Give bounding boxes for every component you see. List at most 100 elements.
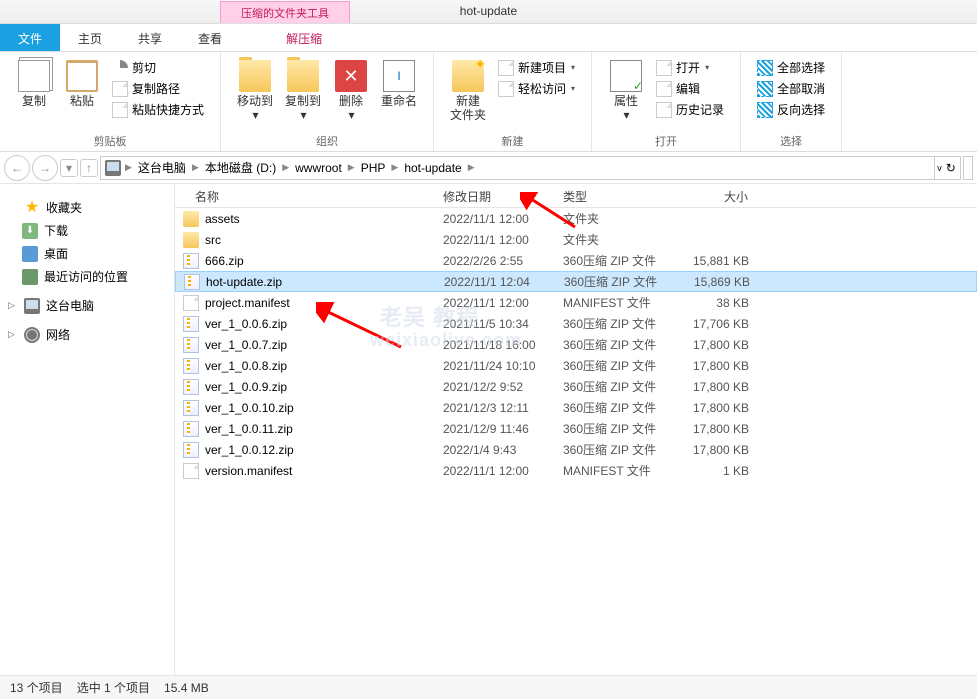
file-row[interactable]: ver_1_0.0.11.zip2021/12/9 11:46360压缩 ZIP… (175, 418, 977, 439)
breadcrumb[interactable]: ▶ 这台电脑▶ 本地磁盘 (D:)▶ wwwroot▶ PHP▶ hot-upd… (100, 156, 961, 180)
tab-view[interactable]: 查看 (180, 24, 240, 51)
nav-desktop[interactable]: 桌面 (0, 242, 174, 265)
up-button[interactable]: ↑ (80, 159, 98, 177)
copy-button[interactable]: 复制 (10, 56, 58, 110)
file-row[interactable]: project.manifest2022/11/1 12:00MANIFEST … (175, 292, 977, 313)
file-size: 38 KB (677, 296, 757, 310)
chevron-right-icon[interactable]: ▷ (8, 300, 18, 311)
file-row[interactable]: src2022/11/1 12:00文件夹 (175, 229, 977, 250)
nav-favorites[interactable]: ★收藏夹 (0, 196, 174, 219)
easy-access-button[interactable]: 轻松访问▾ (496, 79, 577, 98)
rename-button[interactable]: 重命名 (375, 56, 423, 110)
group-label-select: 选择 (751, 131, 831, 151)
group-open: 属性▾ 打开▾ 编辑 历史记录 打开 (592, 52, 741, 151)
file-icon (183, 295, 199, 311)
nav-network[interactable]: ▷网络 (0, 323, 174, 346)
delete-button[interactable]: 删除▾ (327, 56, 375, 125)
file-row[interactable]: ver_1_0.0.12.zip2022/1/4 9:43360压缩 ZIP 文… (175, 439, 977, 460)
copy-path-button[interactable]: 复制路径 (110, 79, 206, 98)
crumb-0[interactable]: 这台电脑 (134, 159, 190, 176)
select-all-button[interactable]: 全部选择 (755, 58, 827, 77)
search-input[interactable] (963, 156, 973, 180)
col-date[interactable]: 修改日期 (435, 184, 555, 207)
address-bar: ← → ▾ ↑ ▶ 这台电脑▶ 本地磁盘 (D:)▶ wwwroot▶ PHP▶… (0, 152, 977, 184)
file-row[interactable]: ver_1_0.0.8.zip2021/11/24 10:10360压缩 ZIP… (175, 355, 977, 376)
paste-icon (66, 60, 98, 92)
star-icon: ★ (24, 200, 40, 216)
group-label-new: 新建 (444, 131, 581, 151)
new-item-button[interactable]: 新建项目▾ (496, 58, 577, 77)
nav-this-pc[interactable]: ▷这台电脑 (0, 294, 174, 317)
history-button[interactable]: 历史记录 (654, 100, 726, 119)
edit-button[interactable]: 编辑 (654, 79, 726, 98)
invert-selection-button[interactable]: 反向选择 (755, 100, 827, 119)
tab-file[interactable]: 文件 (0, 24, 60, 51)
new-folder-button[interactable]: 新建 文件夹 (444, 56, 492, 125)
select-none-button[interactable]: 全部取消 (755, 79, 827, 98)
cut-button[interactable]: 剪切 (110, 58, 206, 77)
nav-downloads[interactable]: 下载 (0, 219, 174, 242)
file-icon (183, 463, 199, 479)
crumb-2[interactable]: wwwroot (291, 161, 346, 175)
file-date: 2021/12/3 12:11 (435, 401, 555, 415)
open-button[interactable]: 打开▾ (654, 58, 726, 77)
zip-icon (183, 400, 199, 416)
copy-to-icon (287, 60, 319, 92)
file-row[interactable]: hot-update.zip2022/11/1 12:04360压缩 ZIP 文… (175, 271, 977, 292)
file-row[interactable]: 666.zip2022/2/26 2:55360压缩 ZIP 文件15,881 … (175, 250, 977, 271)
file-row[interactable]: ver_1_0.0.10.zip2021/12/3 12:11360压缩 ZIP… (175, 397, 977, 418)
forward-button[interactable]: → (32, 155, 58, 181)
group-label-open: 打开 (602, 131, 730, 151)
zip-icon (184, 274, 200, 290)
file-row[interactable]: version.manifest2022/11/1 12:00MANIFEST … (175, 460, 977, 481)
file-date: 2022/11/1 12:00 (435, 464, 555, 478)
chevron-right-icon[interactable]: ▶ (123, 162, 134, 173)
recent-locations-button[interactable]: ▾ (60, 159, 78, 177)
shortcut-icon (112, 102, 128, 118)
back-button[interactable]: ← (4, 155, 30, 181)
group-label-organize: 组织 (231, 131, 423, 151)
file-size: 17,800 KB (677, 422, 757, 436)
paste-shortcut-button[interactable]: 粘贴快捷方式 (110, 100, 206, 119)
file-size: 17,800 KB (677, 443, 757, 457)
move-to-button[interactable]: 移动到▾ (231, 56, 279, 125)
pc-icon (105, 160, 121, 176)
zip-icon (183, 316, 199, 332)
file-name: 666.zip (205, 254, 244, 268)
file-date: 2021/12/9 11:46 (435, 422, 555, 436)
file-type: 360压缩 ZIP 文件 (555, 378, 677, 395)
zip-icon (183, 337, 199, 353)
zip-icon (183, 442, 199, 458)
paste-button[interactable]: 粘贴 (58, 56, 106, 110)
column-headers: 名称 修改日期 类型 大小 (175, 184, 977, 208)
crumb-3[interactable]: PHP (357, 161, 390, 175)
file-name: ver_1_0.0.9.zip (205, 380, 287, 394)
status-size: 15.4 MB (164, 681, 209, 695)
file-name: project.manifest (205, 296, 290, 310)
file-date: 2021/12/2 9:52 (435, 380, 555, 394)
file-name: ver_1_0.0.10.zip (205, 401, 294, 415)
properties-button[interactable]: 属性▾ (602, 56, 650, 125)
copy-to-button[interactable]: 复制到▾ (279, 56, 327, 125)
file-type: 360压缩 ZIP 文件 (555, 336, 677, 353)
refresh-button[interactable]: v↻ (934, 156, 958, 180)
crumb-1[interactable]: 本地磁盘 (D:) (201, 159, 280, 176)
file-size: 1 KB (677, 464, 757, 478)
tab-extract[interactable]: 解压缩 (268, 24, 340, 51)
col-type[interactable]: 类型 (555, 184, 677, 207)
file-row[interactable]: ver_1_0.0.9.zip 2021/12/2 9:52360压缩 ZIP 文… (175, 376, 977, 397)
file-row[interactable]: ver_1_0.0.7.zip2021/11/18 16:00360压缩 ZIP… (175, 334, 977, 355)
chevron-right-icon[interactable]: ▷ (8, 329, 18, 340)
group-new: 新建 文件夹 新建项目▾ 轻松访问▾ 新建 (434, 52, 592, 151)
tab-share[interactable]: 共享 (120, 24, 180, 51)
recent-icon (22, 269, 38, 285)
crumb-4[interactable]: hot-update (400, 161, 465, 175)
zip-icon (183, 379, 199, 395)
tab-home[interactable]: 主页 (60, 24, 120, 51)
col-size[interactable]: 大小 (677, 184, 757, 207)
col-name[interactable]: 名称 (175, 184, 435, 207)
file-row[interactable]: ver_1_0.0.6.zip2021/11/5 10:34360压缩 ZIP … (175, 313, 977, 334)
file-row[interactable]: assets2022/11/1 12:00文件夹 (175, 208, 977, 229)
properties-icon (610, 60, 642, 92)
nav-recent[interactable]: 最近访问的位置 (0, 265, 174, 288)
